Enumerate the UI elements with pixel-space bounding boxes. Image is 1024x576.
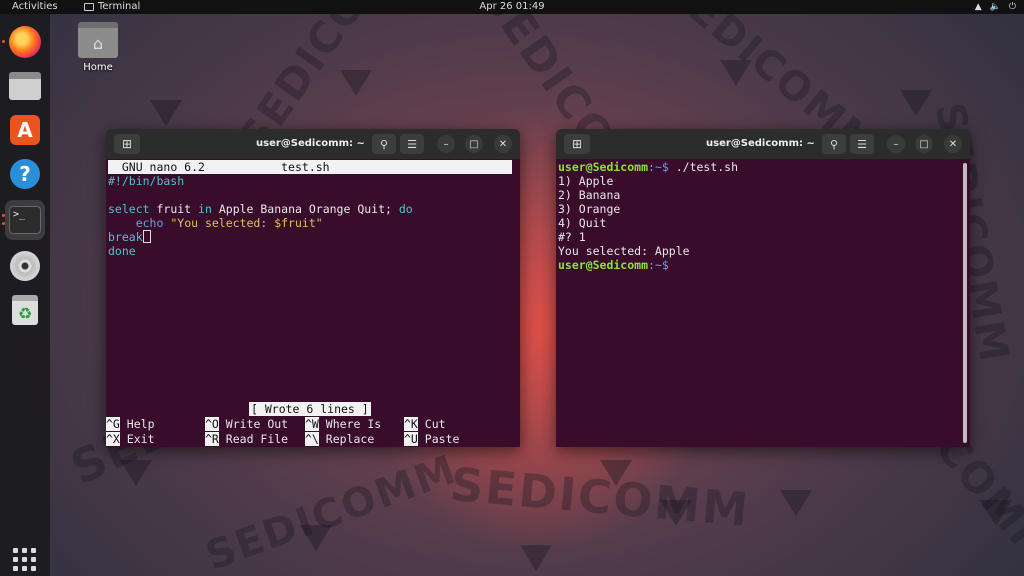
titlebar[interactable]: ⊞ user@Sedicomm: ~ ⚲ ☰ – □ ✕ [106, 129, 520, 159]
dock-files[interactable] [5, 66, 45, 106]
shortcut-read-file[interactable]: ^R Read File [205, 432, 288, 446]
prompt-line: user@Sedicomm:~$ [558, 258, 676, 272]
app-menu-label: Terminal [98, 1, 141, 12]
output-line: 2) Banana [558, 188, 621, 202]
files-icon [9, 72, 41, 100]
terminal-icon: >_ [9, 206, 41, 234]
code-line: break [108, 230, 151, 244]
window-title: user@Sedicomm: ~ [256, 138, 365, 149]
search-button[interactable]: ⚲ [372, 134, 396, 154]
show-apps-icon[interactable] [13, 548, 37, 572]
close-button[interactable]: ✕ [494, 135, 512, 153]
maximize-icon: □ [919, 138, 929, 150]
prompt-line: user@Sedicomm:~$ ./test.sh [558, 160, 739, 174]
code-line: #!/bin/bash [108, 174, 185, 188]
shortcut-write-out[interactable]: ^O Write Out [205, 417, 288, 431]
shortcut-paste[interactable]: ^U Paste [404, 432, 459, 446]
home-folder-icon: ⌂ [78, 22, 118, 58]
code-line: echo "You selected: $fruit" [135, 216, 323, 230]
minimize-icon: – [893, 138, 899, 150]
nano-editor[interactable]: GNU nano 6.2 test.sh #!/bin/bash select … [106, 159, 520, 447]
software-center-icon: A [10, 115, 40, 145]
shortcut-help[interactable]: ^G Help [106, 417, 155, 431]
terminal-window-nano[interactable]: ⊞ user@Sedicomm: ~ ⚲ ☰ – □ ✕ GNU nano 6.… [106, 129, 520, 447]
network-icon: ▲ [974, 2, 982, 12]
clock[interactable]: Apr 26 01:49 [0, 0, 1024, 14]
code-line: done [108, 244, 136, 258]
terminal-icon [84, 3, 94, 11]
maximize-button[interactable]: □ [465, 135, 483, 153]
nano-header: GNU nano 6.2 test.sh [108, 160, 512, 174]
trash-icon: ♻ [12, 295, 38, 325]
dock-firefox[interactable] [5, 22, 45, 62]
minimize-button[interactable]: – [437, 135, 455, 153]
app-menu[interactable]: Terminal [84, 0, 140, 14]
nano-status-message: [ Wrote 6 lines ] [249, 402, 371, 416]
output-line: 1) Apple [558, 174, 614, 188]
power-icon: ⏻ [1008, 2, 1016, 12]
wallpaper-watermark: SEDICOMM [448, 457, 753, 537]
minimize-button[interactable]: – [887, 135, 905, 153]
dock-disc[interactable] [5, 246, 45, 286]
close-icon: ✕ [948, 138, 958, 150]
maximize-icon: □ [469, 138, 479, 150]
output-line: You selected: Apple [558, 244, 690, 258]
terminal-window-shell[interactable]: ⊞ user@Sedicomm: ~ ⚲ ☰ – □ ✕ user@Sedico… [556, 129, 970, 447]
dock-help[interactable]: ? [5, 154, 45, 194]
hamburger-icon: ☰ [857, 137, 867, 151]
search-icon: ⚲ [829, 137, 839, 151]
wallpaper-watermark: SEDICOMM [200, 446, 464, 576]
hamburger-icon: ☰ [407, 137, 417, 151]
maximize-button[interactable]: □ [915, 135, 933, 153]
close-icon: ✕ [498, 138, 508, 150]
dock: A ? >_ ♻ [0, 14, 50, 576]
menu-button[interactable]: ☰ [400, 134, 424, 154]
firefox-icon [9, 26, 41, 58]
close-button[interactable]: ✕ [944, 135, 962, 153]
output-line: #? 1 [558, 230, 586, 244]
text-cursor [142, 230, 151, 243]
nano-version: GNU nano 6.2 [121, 160, 205, 174]
nano-filename: test.sh [281, 160, 330, 174]
shortcut-exit[interactable]: ^X Exit [106, 432, 155, 446]
menu-button[interactable]: ☰ [850, 134, 874, 154]
scrollbar[interactable] [963, 163, 967, 443]
dock-software[interactable]: A [5, 110, 45, 150]
minimize-icon: – [443, 138, 449, 150]
window-title: user@Sedicomm: ~ [706, 138, 815, 149]
shortcut-where-is[interactable]: ^W Where Is [305, 417, 381, 431]
dock-trash[interactable]: ♻ [5, 290, 45, 330]
new-tab-button[interactable]: ⊞ [114, 134, 140, 154]
help-icon: ? [10, 159, 40, 189]
titlebar[interactable]: ⊞ user@Sedicomm: ~ ⚲ ☰ – □ ✕ [556, 129, 970, 159]
desktop-home-label: Home [83, 62, 113, 73]
shell-output[interactable]: user@Sedicomm:~$ ./test.sh 1) Apple 2) B… [556, 159, 970, 447]
code-line: select fruit in Apple Banana Orange Quit… [108, 202, 413, 216]
output-line: 4) Quit [558, 216, 607, 230]
system-tray[interactable]: ▲ 🔈 ⏻ [975, 0, 1016, 14]
disc-icon [10, 251, 40, 281]
desktop-home-icon[interactable]: ⌂ Home [76, 22, 120, 73]
top-bar: Activities Terminal Apr 26 01:49 ▲ 🔈 ⏻ [0, 0, 1024, 14]
search-button[interactable]: ⚲ [822, 134, 846, 154]
shortcut-replace[interactable]: ^\ Replace [305, 432, 374, 446]
new-tab-button[interactable]: ⊞ [564, 134, 590, 154]
activities-button[interactable]: Activities [12, 0, 58, 14]
search-icon: ⚲ [379, 137, 389, 151]
shortcut-cut[interactable]: ^K Cut [404, 417, 446, 431]
volume-icon: 🔈 [989, 2, 1001, 12]
dock-terminal[interactable]: >_ [5, 200, 45, 240]
output-line: 3) Orange [558, 202, 621, 216]
